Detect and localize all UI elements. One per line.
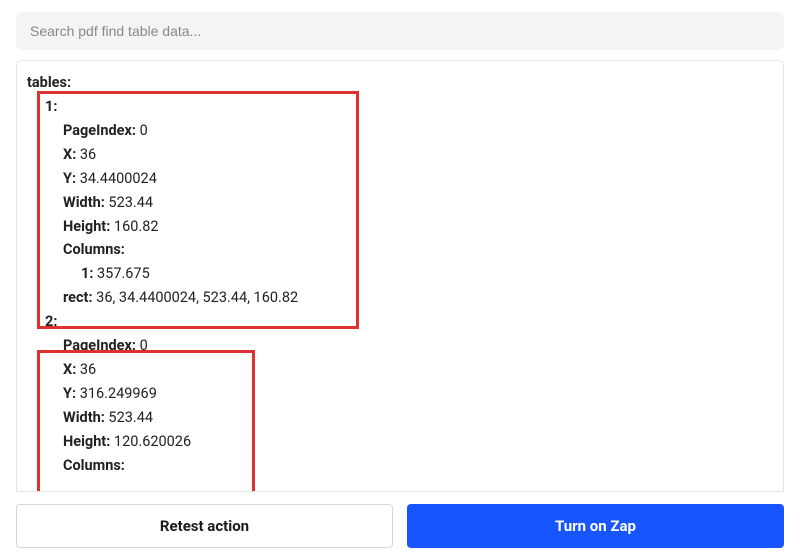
- field-value: 0: [140, 122, 148, 139]
- field-value: 160.82: [114, 218, 159, 235]
- field-label-columns: Columns:: [63, 457, 125, 474]
- search-input[interactable]: [16, 12, 784, 50]
- field-value: 34.4400024: [80, 170, 157, 187]
- field-label-width: Width:: [63, 194, 105, 211]
- field-label-pageindex: PageIndex:: [63, 122, 136, 139]
- field-label-y: Y:: [63, 170, 76, 187]
- action-bar: Retest action Turn on Zap: [0, 504, 800, 548]
- table-index: 2:: [45, 313, 57, 330]
- field-label-height: Height:: [63, 218, 110, 235]
- column-value: 357.675: [97, 265, 150, 282]
- field-value: 36, 34.4400024, 523.44, 160.82: [96, 289, 298, 306]
- turn-on-zap-button[interactable]: Turn on Zap: [407, 504, 784, 548]
- results-panel: tables: 1: PageIndex: 0 X: 36 Y: 34.4400…: [16, 60, 784, 492]
- field-label-y: Y:: [63, 385, 76, 402]
- field-value: 36: [80, 146, 96, 163]
- field-value: 316.249969: [80, 385, 157, 402]
- field-value: 36: [80, 361, 96, 378]
- retest-action-button[interactable]: Retest action: [16, 504, 393, 548]
- field-label-columns: Columns:: [63, 241, 125, 258]
- field-value: 523.44: [108, 194, 153, 211]
- results-scroll[interactable]: tables: 1: PageIndex: 0 X: 36 Y: 34.4400…: [17, 61, 783, 491]
- field-label-width: Width:: [63, 409, 105, 426]
- table-index: 1:: [45, 98, 57, 115]
- field-label-height: Height:: [63, 433, 110, 450]
- tables-root-label: tables:: [27, 74, 71, 91]
- field-value: 0: [140, 337, 148, 354]
- field-value: 523.44: [108, 409, 153, 426]
- field-label-pageindex: PageIndex:: [63, 337, 136, 354]
- field-label-x: X:: [63, 361, 76, 378]
- field-label-rect: rect:: [63, 289, 93, 306]
- field-value: 120.620026: [114, 433, 191, 450]
- field-label-x: X:: [63, 146, 76, 163]
- column-index: 1:: [81, 265, 93, 282]
